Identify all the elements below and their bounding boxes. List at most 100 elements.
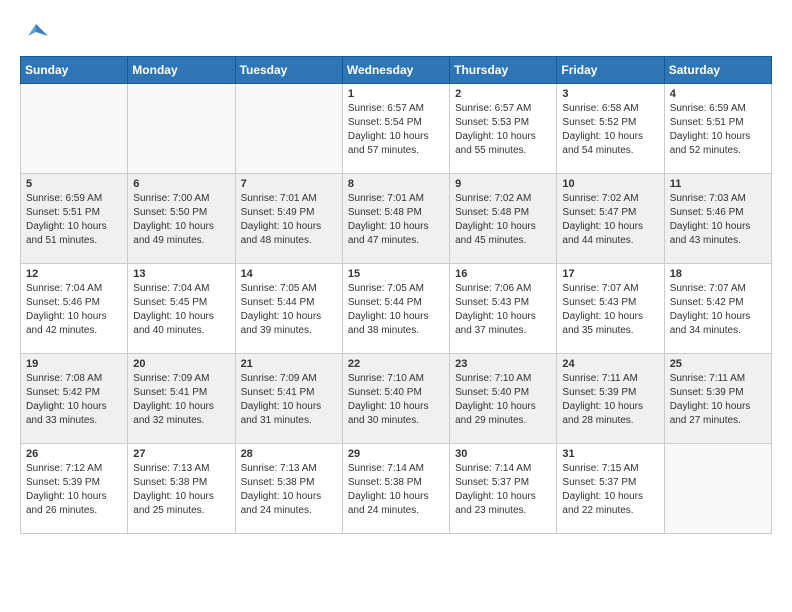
day-info: Sunrise: 7:05 AM Sunset: 5:44 PM Dayligh… [348, 282, 444, 338]
day-info: Sunrise: 7:03 AM Sunset: 5:46 PM Dayligh… [670, 192, 766, 248]
header-cell-monday: Monday [128, 57, 235, 84]
day-number: 10 [562, 178, 658, 190]
day-number: 27 [133, 448, 229, 460]
day-cell: 30 Sunrise: 7:14 AM Sunset: 5:37 PM Dayli… [450, 444, 557, 534]
day-cell: 26 Sunrise: 7:12 AM Sunset: 5:39 PM Dayli… [21, 444, 128, 534]
day-info: Sunrise: 7:11 AM Sunset: 5:39 PM Dayligh… [670, 372, 766, 428]
week-row-1: 5Sunrise: 6:59 AM Sunset: 5:51 PM Daylig… [21, 174, 772, 264]
day-info: Sunrise: 7:13 AM Sunset: 5:38 PM Dayligh… [241, 462, 337, 518]
day-info: Sunrise: 7:10 AM Sunset: 5:40 PM Dayligh… [348, 372, 444, 428]
day-info: Sunrise: 7:10 AM Sunset: 5:40 PM Dayligh… [455, 372, 551, 428]
header-cell-wednesday: Wednesday [342, 57, 449, 84]
day-info: Sunrise: 7:04 AM Sunset: 5:46 PM Dayligh… [26, 282, 122, 338]
day-number: 26 [26, 448, 122, 460]
day-cell [664, 444, 771, 534]
day-number: 3 [562, 88, 658, 100]
logo-icon [20, 20, 52, 52]
day-info: Sunrise: 7:15 AM Sunset: 5:37 PM Dayligh… [562, 462, 658, 518]
day-cell: 31 Sunrise: 7:15 AM Sunset: 5:37 PM Dayli… [557, 444, 664, 534]
day-cell: 21Sunrise: 7:09 AM Sunset: 5:41 PM Dayli… [235, 354, 342, 444]
week-row-4: 26 Sunrise: 7:12 AM Sunset: 5:39 PM Dayli… [21, 444, 772, 534]
day-number: 15 [348, 268, 444, 280]
day-cell: 29 Sunrise: 7:14 AM Sunset: 5:38 PM Dayli… [342, 444, 449, 534]
day-number: 17 [562, 268, 658, 280]
day-number: 14 [241, 268, 337, 280]
day-cell [128, 84, 235, 174]
day-number: 18 [670, 268, 766, 280]
header-cell-saturday: Saturday [664, 57, 771, 84]
day-cell: 19Sunrise: 7:08 AM Sunset: 5:42 PM Dayli… [21, 354, 128, 444]
day-info: Sunrise: 7:11 AM Sunset: 5:39 PM Dayligh… [562, 372, 658, 428]
day-cell: 28 Sunrise: 7:13 AM Sunset: 5:38 PM Dayli… [235, 444, 342, 534]
day-number: 12 [26, 268, 122, 280]
day-info: Sunrise: 7:01 AM Sunset: 5:49 PM Dayligh… [241, 192, 337, 248]
day-cell: 17 Sunrise: 7:07 AM Sunset: 5:43 PM Dayli… [557, 264, 664, 354]
header-cell-friday: Friday [557, 57, 664, 84]
day-info: Sunrise: 7:06 AM Sunset: 5:43 PM Dayligh… [455, 282, 551, 338]
page-header [20, 20, 772, 52]
day-number: 13 [133, 268, 229, 280]
day-cell: 18 Sunrise: 7:07 AM Sunset: 5:42 PM Dayli… [664, 264, 771, 354]
day-cell: 1Sunrise: 6:57 AM Sunset: 5:54 PM Daylig… [342, 84, 449, 174]
day-number: 31 [562, 448, 658, 460]
day-info: Sunrise: 7:13 AM Sunset: 5:38 PM Dayligh… [133, 462, 229, 518]
day-cell: 7 Sunrise: 7:01 AM Sunset: 5:49 PM Daylig… [235, 174, 342, 264]
day-info: Sunrise: 7:05 AM Sunset: 5:44 PM Dayligh… [241, 282, 337, 338]
day-info: Sunrise: 7:02 AM Sunset: 5:47 PM Dayligh… [562, 192, 658, 248]
day-number: 19 [26, 358, 122, 370]
day-number: 29 [348, 448, 444, 460]
day-cell: 25 Sunrise: 7:11 AM Sunset: 5:39 PM Dayli… [664, 354, 771, 444]
day-info: Sunrise: 7:12 AM Sunset: 5:39 PM Dayligh… [26, 462, 122, 518]
week-row-0: 1Sunrise: 6:57 AM Sunset: 5:54 PM Daylig… [21, 84, 772, 174]
calendar-table: SundayMondayTuesdayWednesdayThursdayFrid… [20, 56, 772, 534]
day-cell: 12 Sunrise: 7:04 AM Sunset: 5:46 PM Dayli… [21, 264, 128, 354]
week-row-2: 12 Sunrise: 7:04 AM Sunset: 5:46 PM Dayli… [21, 264, 772, 354]
day-number: 4 [670, 88, 766, 100]
day-number: 6 [133, 178, 229, 190]
day-cell: 16 Sunrise: 7:06 AM Sunset: 5:43 PM Dayli… [450, 264, 557, 354]
day-cell: 9Sunrise: 7:02 AM Sunset: 5:48 PM Daylig… [450, 174, 557, 264]
header-row: SundayMondayTuesdayWednesdayThursdayFrid… [21, 57, 772, 84]
day-number: 30 [455, 448, 551, 460]
day-number: 24 [562, 358, 658, 370]
day-cell: 4Sunrise: 6:59 AM Sunset: 5:51 PM Daylig… [664, 84, 771, 174]
day-info: Sunrise: 7:00 AM Sunset: 5:50 PM Dayligh… [133, 192, 229, 248]
day-info: Sunrise: 7:07 AM Sunset: 5:43 PM Dayligh… [562, 282, 658, 338]
day-number: 2 [455, 88, 551, 100]
day-number: 16 [455, 268, 551, 280]
calendar-body: 1Sunrise: 6:57 AM Sunset: 5:54 PM Daylig… [21, 84, 772, 534]
day-info: Sunrise: 6:59 AM Sunset: 5:51 PM Dayligh… [26, 192, 122, 248]
day-cell: 15 Sunrise: 7:05 AM Sunset: 5:44 PM Dayli… [342, 264, 449, 354]
day-cell: 24 Sunrise: 7:11 AM Sunset: 5:39 PM Dayli… [557, 354, 664, 444]
day-number: 20 [133, 358, 229, 370]
day-number: 7 [241, 178, 337, 190]
header-cell-thursday: Thursday [450, 57, 557, 84]
day-cell: 22 Sunrise: 7:10 AM Sunset: 5:40 PM Dayli… [342, 354, 449, 444]
logo [20, 20, 56, 52]
day-cell [235, 84, 342, 174]
day-cell: 8 Sunrise: 7:01 AM Sunset: 5:48 PM Daylig… [342, 174, 449, 264]
day-cell: 3 Sunrise: 6:58 AM Sunset: 5:52 PM Daylig… [557, 84, 664, 174]
week-row-3: 19Sunrise: 7:08 AM Sunset: 5:42 PM Dayli… [21, 354, 772, 444]
header-cell-tuesday: Tuesday [235, 57, 342, 84]
day-info: Sunrise: 6:58 AM Sunset: 5:52 PM Dayligh… [562, 102, 658, 158]
day-info: Sunrise: 7:01 AM Sunset: 5:48 PM Dayligh… [348, 192, 444, 248]
day-info: Sunrise: 7:07 AM Sunset: 5:42 PM Dayligh… [670, 282, 766, 338]
day-cell: 5Sunrise: 6:59 AM Sunset: 5:51 PM Daylig… [21, 174, 128, 264]
day-info: Sunrise: 7:14 AM Sunset: 5:37 PM Dayligh… [455, 462, 551, 518]
day-cell: 10 Sunrise: 7:02 AM Sunset: 5:47 PM Dayli… [557, 174, 664, 264]
day-cell: 11Sunrise: 7:03 AM Sunset: 5:46 PM Dayli… [664, 174, 771, 264]
day-number: 1 [348, 88, 444, 100]
day-number: 25 [670, 358, 766, 370]
day-cell: 23Sunrise: 7:10 AM Sunset: 5:40 PM Dayli… [450, 354, 557, 444]
day-number: 9 [455, 178, 551, 190]
day-info: Sunrise: 7:14 AM Sunset: 5:38 PM Dayligh… [348, 462, 444, 518]
day-number: 22 [348, 358, 444, 370]
day-number: 8 [348, 178, 444, 190]
day-cell: 6 Sunrise: 7:00 AM Sunset: 5:50 PM Daylig… [128, 174, 235, 264]
day-cell: 27 Sunrise: 7:13 AM Sunset: 5:38 PM Dayli… [128, 444, 235, 534]
day-info: Sunrise: 7:09 AM Sunset: 5:41 PM Dayligh… [133, 372, 229, 428]
day-number: 28 [241, 448, 337, 460]
day-info: Sunrise: 6:57 AM Sunset: 5:53 PM Dayligh… [455, 102, 551, 158]
day-number: 21 [241, 358, 337, 370]
